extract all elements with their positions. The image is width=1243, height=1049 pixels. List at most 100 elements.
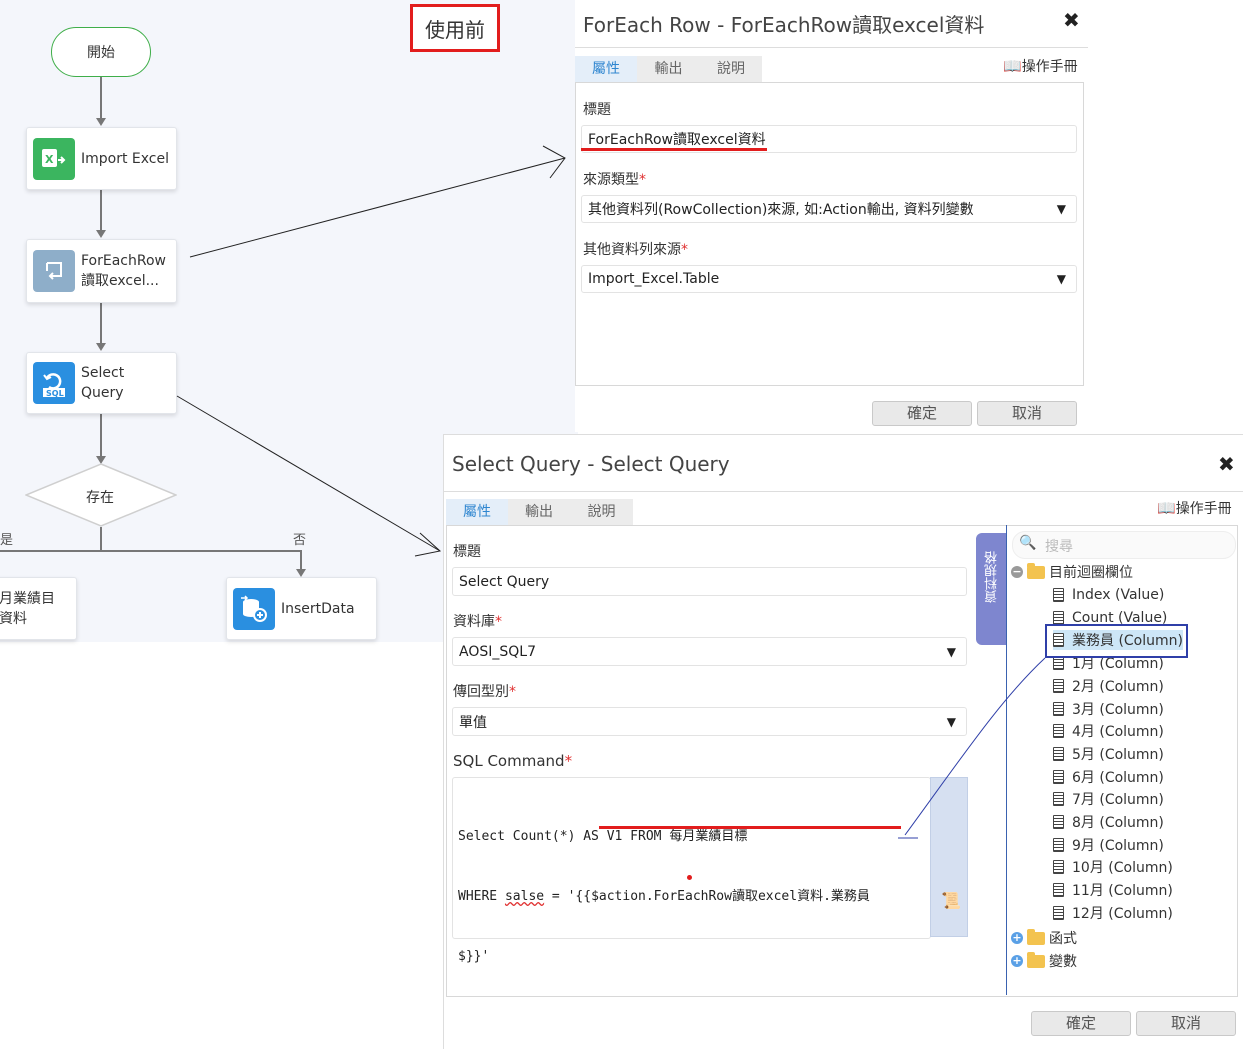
select-cancel-button[interactable]: 取消: [1136, 1011, 1236, 1036]
select-title-input[interactable]: Select Query: [452, 567, 967, 596]
annotation-dot: [687, 875, 692, 880]
select-sql-editor[interactable]: Select Count(*) AS V1 FROM 每月業績目標 WHERE …: [452, 777, 931, 964]
expand-icon: +: [1011, 931, 1023, 944]
foreach-tab-description[interactable]: 說明: [700, 56, 762, 82]
select-return-label: 傳回型別*: [453, 684, 516, 700]
tree-item-label: 10月 (Column): [1072, 860, 1173, 877]
tree-item[interactable]: 4月 (Column): [1053, 721, 1164, 741]
foreach-source-type-select[interactable]: 其他資料列(RowCollection)來源, 如:Action輸出, 資料列變…: [581, 195, 1077, 223]
arrow-head: [96, 118, 106, 126]
tree-item-label: 8月 (Column): [1072, 815, 1164, 831]
select-db-select[interactable]: AOSI_SQL7 ▼: [452, 637, 967, 666]
tree-item-label: 9月 (Column): [1072, 837, 1164, 854]
branch-label-yes: 是: [0, 533, 14, 548]
tree-item[interactable]: 9月 (Column): [1053, 835, 1164, 855]
tree-item[interactable]: Index (Value): [1053, 585, 1164, 605]
sql-icon: SQL: [33, 362, 75, 404]
flow-node-left-branch[interactable]: 月業績目 資料: [0, 577, 77, 640]
tree-item-label: 11月 (Column): [1072, 883, 1173, 900]
foreach-dialog-close-icon[interactable]: ✖: [1063, 8, 1080, 32]
foreach-tab-output[interactable]: 輸出: [637, 56, 700, 82]
select-sql-text: SQL Command: [453, 752, 565, 770]
select-return-select[interactable]: 單值 ▼: [452, 707, 967, 736]
document-icon: [1053, 724, 1064, 739]
tree-item[interactable]: 5月 (Column): [1053, 744, 1164, 764]
foreach-title-value: ForEachRow讀取excel資料: [588, 132, 766, 148]
svg-text:SQL: SQL: [46, 389, 64, 398]
tree-item[interactable]: 8月 (Column): [1053, 812, 1164, 832]
select-return-text: 傳回型別: [453, 684, 509, 700]
flow-node-select-query[interactable]: SQL Select Query: [26, 352, 177, 414]
foreach-tab-properties[interactable]: 屬性: [575, 56, 637, 82]
caret-down-icon: ▼: [1056, 272, 1066, 286]
tree-folder-variables[interactable]: + 變數: [1011, 951, 1077, 971]
foreach-dialog-title: ForEach Row - ForEachRow讀取excel資料: [583, 13, 985, 37]
tree-item[interactable]: 7月 (Column): [1053, 789, 1164, 809]
foreach-ok-button[interactable]: 確定: [872, 401, 972, 426]
svg-text:X: X: [45, 153, 54, 166]
sql-line-2a: WHERE: [458, 889, 505, 904]
tree-item[interactable]: 11月 (Column): [1053, 880, 1173, 900]
tree-item-label: 12月 (Column): [1072, 905, 1173, 922]
data-spec-tab[interactable]: 資料規格: [976, 533, 1006, 645]
select-ok-button[interactable]: 確定: [1031, 1011, 1131, 1036]
excel-icon: X: [33, 137, 75, 180]
flow-node-insert-data[interactable]: InsertData: [226, 577, 377, 640]
select-dialog: Select Query - Select Query ✖ 屬性 輸出 說明 📖…: [443, 434, 1243, 1049]
tree-search-input[interactable]: 🔍 搜尋: [1012, 531, 1236, 559]
document-icon: [1053, 678, 1064, 693]
book-icon: 📖: [1157, 499, 1176, 517]
select-manual-link[interactable]: 📖操作手冊: [1157, 498, 1232, 518]
tree-item-label: Index (Value): [1072, 587, 1165, 603]
flow-node-start[interactable]: 開始: [51, 27, 151, 77]
tree-item[interactable]: 2月 (Column): [1053, 676, 1164, 696]
tree-item[interactable]: 10月 (Column): [1053, 857, 1173, 877]
flow-node-left-line1: 月業績目: [0, 590, 55, 607]
tree-item[interactable]: 6月 (Column): [1053, 767, 1164, 787]
sql-line-1: Select Count(*) AS V1 FROM 每月業績目標: [458, 829, 748, 844]
foreach-other-source-text: 其他資料列來源: [583, 242, 681, 258]
select-db-text: 資料庫: [453, 614, 495, 630]
select-dialog-divider: [444, 491, 1243, 492]
tree-folder-variables-label: 變數: [1049, 954, 1077, 970]
foreach-dialog-divider: [575, 47, 1088, 48]
tree-item-label: 7月 (Column): [1072, 792, 1164, 809]
foreach-other-source-value: Import_Excel.Table: [588, 271, 720, 287]
tree-item[interactable]: 3月 (Column): [1053, 699, 1164, 719]
flow-node-import-excel[interactable]: X Import Excel: [26, 127, 177, 190]
script-icon[interactable]: 📜: [941, 891, 961, 910]
sql-line-2b: salse: [504, 889, 545, 904]
flow-node-foreach-row-label: ForEachRow 讀取excel...: [81, 251, 166, 291]
caret-down-icon: ▼: [946, 644, 956, 659]
select-dialog-title: Select Query - Select Query: [452, 452, 730, 476]
tree-item-label: 2月 (Column): [1072, 678, 1164, 695]
select-dialog-close-icon[interactable]: ✖: [1218, 452, 1235, 476]
select-return-value: 單值: [459, 714, 487, 731]
connector-branch-right: [300, 550, 302, 570]
flow-node-foreach-row[interactable]: ForEachRow 讀取excel...: [26, 239, 177, 303]
document-icon: [1053, 701, 1064, 716]
flow-node-left-line2: 資料: [0, 610, 27, 627]
select-db-label: 資料庫*: [453, 614, 502, 630]
tree-item-label: 5月 (Column): [1072, 746, 1164, 763]
foreach-dialog: ForEach Row - ForEachRow讀取excel資料 ✖ 屬性 輸…: [575, 0, 1243, 432]
select-tab-properties[interactable]: 屬性: [446, 499, 508, 525]
database-insert-icon: [233, 587, 275, 630]
flow-node-select-line1: Select: [81, 365, 125, 381]
select-tab-output[interactable]: 輸出: [508, 499, 570, 525]
foreach-cancel-button[interactable]: 取消: [977, 401, 1077, 426]
sql-side-bar: 📜: [930, 777, 968, 937]
select-tab-description[interactable]: 說明: [570, 499, 633, 525]
tree-item[interactable]: 12月 (Column): [1053, 903, 1173, 923]
foreach-manual-link[interactable]: 📖操作手冊: [1003, 56, 1078, 76]
select-title-value: Select Query: [459, 573, 550, 590]
annotation-highlight-column: [1045, 624, 1188, 658]
flow-node-import-excel-label: Import Excel: [81, 150, 169, 167]
collapse-icon: −: [1011, 565, 1023, 578]
tree-folder-functions[interactable]: + 函式: [1011, 928, 1077, 948]
flow-node-start-label: 開始: [87, 45, 115, 61]
document-icon: [1053, 746, 1064, 761]
foreach-other-source-select[interactable]: Import_Excel.Table ▼: [581, 265, 1077, 293]
tree-folder-loop[interactable]: − 目前迴圈欄位: [1011, 562, 1133, 582]
tree-folder-loop-label: 目前迴圈欄位: [1049, 565, 1133, 581]
